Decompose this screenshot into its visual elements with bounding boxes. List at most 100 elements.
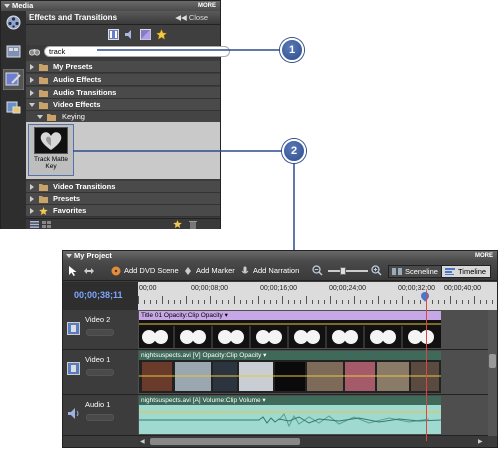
ruler-tick: [282, 296, 283, 304]
ruler-tick: [234, 296, 235, 304]
ruler-tick: [324, 300, 325, 304]
scrollbar-thumb[interactable]: [150, 438, 300, 445]
video-track-icon[interactable]: [67, 362, 80, 375]
project-toolbar: Add DVD Scene Add Marker Add Narration S…: [63, 261, 497, 281]
ruler-tick: [222, 300, 223, 304]
add-narration-button[interactable]: Add Narration: [240, 265, 299, 277]
clip-property: Opacity:Clip Opacity: [202, 352, 262, 359]
timeline-label: Timeline: [458, 267, 487, 276]
ruler-tick: [378, 296, 379, 304]
ruler-tick: [486, 300, 487, 304]
timecode-area: 00;00;38;11: [63, 282, 138, 310]
ruler-tick: [144, 300, 145, 304]
ruler-tick: [306, 296, 307, 304]
ruler-tick: [450, 296, 451, 304]
track-controls[interactable]: [86, 329, 114, 336]
ruler-tick: [360, 300, 361, 304]
ruler-tick: [204, 300, 205, 304]
ruler-tick: [168, 300, 169, 304]
scroll-left-arrow-icon[interactable]: ◀: [140, 438, 145, 445]
ruler-label: 00;00: [139, 285, 157, 292]
ruler-tick: [396, 300, 397, 304]
project-more-button[interactable]: MORE: [475, 251, 493, 261]
sceneline-label: Sceneline: [405, 267, 438, 276]
video-track-icon[interactable]: [67, 322, 80, 335]
ruler-tick: [294, 300, 295, 304]
track-header-audio-1: Audio 1: [63, 395, 138, 436]
sceneline-icon: [392, 268, 402, 275]
ruler-tick: [210, 296, 211, 304]
clip-nightsuspects-video[interactable]: nightsuspects.avi [V] Opacity:Clip Opaci…: [139, 351, 441, 393]
playhead-handle[interactable]: [419, 290, 431, 302]
title-clip-frames: [139, 323, 441, 348]
film-strip-icon: [71, 325, 76, 332]
ruler-tick: [252, 300, 253, 304]
track-lane-video-2: Title 01 Opacity:Clip Opacity ▾: [138, 310, 488, 350]
horizontal-scrollbar[interactable]: ◀ ▶: [138, 436, 488, 447]
zoom-out-icon[interactable]: [312, 265, 323, 276]
clip-property: Volume:Clip Volume: [202, 397, 261, 404]
collapse-triangle-icon[interactable]: [66, 254, 72, 258]
vertical-scrollbar[interactable]: [488, 310, 497, 436]
ruler-tick: [246, 300, 247, 304]
add-marker-label: Add Marker: [196, 266, 235, 275]
tab-timeline[interactable]: Timeline: [441, 265, 492, 278]
ruler-tick: [138, 296, 139, 304]
track-lane-video-1: nightsuspects.avi [V] Opacity:Clip Opaci…: [138, 350, 488, 395]
clip-property: Opacity:Clip Opacity: [163, 312, 223, 319]
track-controls[interactable]: [86, 414, 114, 421]
add-marker-button[interactable]: Add Marker: [183, 265, 235, 277]
track-controls[interactable]: [86, 369, 114, 376]
scrollbar-thumb[interactable]: [489, 354, 496, 368]
ruler-tick: [474, 296, 475, 304]
clip-title-01[interactable]: Title 01 Opacity:Clip Opacity ▾: [139, 311, 441, 348]
ruler-tick: [276, 300, 277, 304]
add-dvd-scene-button[interactable]: Add DVD Scene: [111, 265, 179, 277]
ruler-tick: [390, 300, 391, 304]
track-header-video-2: Video 2: [63, 310, 138, 350]
add-dvd-scene-label: Add DVD Scene: [124, 266, 179, 275]
dvd-scene-icon: [111, 266, 121, 276]
ruler-tick: [192, 300, 193, 304]
clip-nightsuspects-audio[interactable]: nightsuspects.avi [A] Volume:Clip Volume…: [139, 396, 441, 434]
track-header-video-1: Video 1: [63, 350, 138, 395]
ruler-label: 00;00;24;00: [329, 285, 366, 292]
ruler-tick: [312, 300, 313, 304]
scroll-right-arrow-icon[interactable]: ▶: [478, 438, 483, 445]
ruler-tick: [438, 300, 439, 304]
project-title: My Project: [74, 251, 112, 260]
tab-sceneline[interactable]: Sceneline: [388, 265, 443, 278]
timeline-icon: [445, 268, 455, 275]
ruler-tick: [384, 300, 385, 304]
zoom-slider[interactable]: [328, 267, 368, 275]
track-name: Video 2: [85, 315, 111, 324]
ruler-tick: [186, 296, 187, 304]
ruler-tick: [366, 300, 367, 304]
ruler-label: 00;00;32;00: [398, 285, 435, 292]
ruler-tick: [420, 300, 421, 304]
zoom-slider-handle[interactable]: [340, 267, 346, 275]
ruler-tick: [216, 300, 217, 304]
ruler-tick: [372, 300, 373, 304]
ruler-tick: [180, 300, 181, 304]
current-timecode[interactable]: 00;00;38;11: [74, 290, 123, 300]
speaker-icon[interactable]: [67, 407, 80, 420]
callout-1: 1: [280, 38, 304, 62]
ruler-tick: [156, 300, 157, 304]
microphone-icon: [241, 266, 249, 274]
time-ruler[interactable]: 00;00 00;00;08;00 00;00;16;00 00;00;24;0…: [138, 282, 497, 310]
selection-tool-icon[interactable]: [68, 265, 78, 277]
clip-name: Title 01: [141, 312, 163, 319]
ruler-label: 00;00;16;00: [260, 285, 297, 292]
time-stretch-icon[interactable]: [83, 266, 95, 276]
ruler-tick: [300, 300, 301, 304]
ruler-tick: [240, 300, 241, 304]
ruler-tick: [402, 296, 403, 304]
ruler-tick: [462, 300, 463, 304]
ruler-tick: [354, 296, 355, 304]
project-titlebar[interactable]: My Project MORE: [63, 251, 497, 261]
ruler-tick: [432, 300, 433, 304]
zoom-in-icon[interactable]: [371, 265, 382, 276]
track-name: Audio 1: [85, 400, 111, 409]
ruler-tick: [336, 300, 337, 304]
